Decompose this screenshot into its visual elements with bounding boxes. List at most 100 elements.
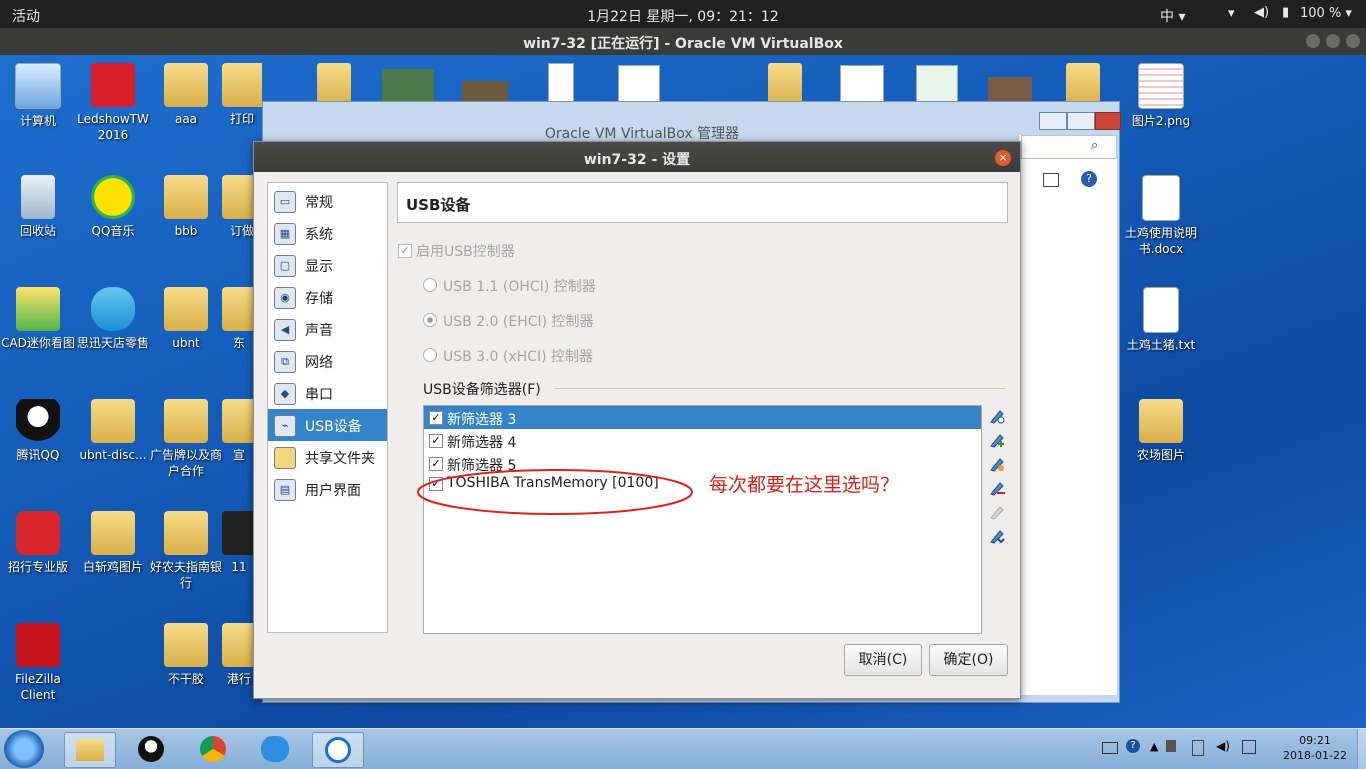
desktop-icon-cad[interactable]: CAD迷你看图 [1, 287, 75, 351]
help-icon[interactable]: ? [1126, 739, 1140, 753]
word-document-icon[interactable] [840, 65, 884, 103]
manager-minimize-icon[interactable] [1039, 112, 1067, 130]
move-filter-up-icon[interactable] [988, 503, 1006, 521]
add-filter-from-device-icon[interactable] [988, 431, 1006, 449]
close-icon[interactable] [1346, 34, 1360, 48]
taskbar-clock[interactable]: 09:21 2018-01-22 [1275, 733, 1355, 763]
desktop-icon-ledshow[interactable]: LedshowTW 2016 [76, 63, 150, 143]
word-document-icon[interactable] [618, 65, 660, 103]
desktop-icon-sixun[interactable]: 思迅天店零售 [76, 287, 150, 351]
filter-row[interactable]: ✓ 新筛选器 4 [424, 429, 981, 452]
filter-checkbox[interactable]: ✓ [429, 434, 443, 448]
close-icon[interactable]: × [995, 150, 1011, 166]
filter-row[interactable]: ✓ 新筛选器 3 [424, 406, 981, 429]
excel-document-icon[interactable] [916, 65, 958, 103]
desktop-icon-cmb[interactable]: 招行专业版 [1, 511, 75, 575]
photo-thumbnail-icon[interactable] [382, 69, 434, 103]
desktop-icon-11[interactable]: 11 [222, 511, 256, 575]
cancel-button[interactable]: 取消(C) [844, 644, 922, 676]
nav-item-system[interactable]: ▦ 系统 [268, 217, 387, 249]
enable-usb-checkbox[interactable]: ✓ [398, 244, 412, 258]
tray-app-icon[interactable] [1166, 740, 1176, 752]
manager-close-icon[interactable] [1095, 112, 1121, 130]
desktop-icon-picture2[interactable]: 图片2.png [1124, 63, 1198, 129]
desktop-icon-ubnt[interactable]: ubnt [149, 287, 223, 351]
taskbar-explorer[interactable] [64, 732, 116, 768]
battery-icon[interactable]: ▮ [1282, 5, 1289, 20]
usb30-radio[interactable] [423, 348, 437, 362]
volume-icon[interactable]: ◀) [1216, 739, 1230, 753]
folder-icon[interactable] [768, 63, 802, 105]
maximize-icon[interactable] [1326, 34, 1340, 48]
nav-item-network[interactable]: ⧉ 网络 [268, 345, 387, 377]
image-file-icon[interactable] [548, 63, 574, 103]
move-filter-down-icon[interactable] [988, 527, 1006, 545]
cmb-bank-icon [16, 511, 60, 555]
tray-expand-icon[interactable]: ▲ [1150, 740, 1158, 753]
desktop-icon-farmer-guide[interactable]: 好农夫指南银行 [149, 511, 223, 591]
dialog-titlebar[interactable]: win7-32 - 设置 × [254, 142, 1020, 172]
desktop-icon-qq[interactable]: 腾讯QQ [1, 399, 75, 463]
desktop-icon-qqmusic[interactable]: QQ音乐 [76, 175, 150, 239]
taskbar-chrome[interactable] [188, 732, 238, 766]
network-icon[interactable] [1242, 740, 1256, 754]
taskbar-app[interactable] [312, 732, 364, 768]
vm-window-titlebar[interactable]: win7-32 [正在运行] - Oracle VM VirtualBox [0, 28, 1366, 55]
show-desktop-button[interactable] [1357, 729, 1366, 769]
desktop-icon-billboard[interactable]: 广告牌以及商户合作 [149, 399, 223, 479]
battery-level[interactable]: 100 % ▾ [1300, 6, 1352, 21]
search-icon[interactable]: ⌕ [1091, 138, 1098, 153]
taskbar-baidu-netdisk[interactable] [250, 732, 300, 766]
help-icon[interactable]: ? [1081, 171, 1097, 187]
minimize-icon[interactable] [1306, 34, 1320, 48]
filter-checkbox[interactable]: ✓ [429, 411, 443, 425]
manager-search-input[interactable] [1021, 135, 1117, 159]
add-empty-filter-icon[interactable] [988, 407, 1006, 425]
nav-item-shared-folders[interactable]: 共享文件夹 [268, 441, 387, 473]
cloud-icon [91, 287, 135, 331]
desktop-icon-bbb[interactable]: bbb [149, 175, 223, 239]
usb-device-icon[interactable] [1192, 740, 1204, 756]
nav-item-display[interactable]: ▢ 显示 [268, 249, 387, 281]
keyboard-icon[interactable] [1102, 742, 1118, 754]
photo-thumbnail-icon[interactable] [462, 81, 508, 103]
nav-item-storage[interactable]: ◉ 存储 [268, 281, 387, 313]
start-button[interactable] [4, 730, 44, 768]
desktop-icon-manual-docx[interactable]: 土鸡使用说明书.docx [1124, 175, 1198, 257]
desktop-icon-hk[interactable]: 港行 [222, 623, 256, 687]
usb20-radio[interactable] [423, 313, 437, 327]
photo-thumbnail-icon[interactable] [988, 77, 1032, 103]
desktop-icon-east[interactable]: 东 [222, 287, 256, 351]
folder-icon[interactable] [1066, 63, 1100, 105]
usb11-radio[interactable] [423, 278, 437, 292]
usb-filter-list[interactable]: ✓ 新筛选器 3 ✓ 新筛选器 4 ✓ 新筛选器 5 ✓ TOSHIBA TransMe… [423, 405, 982, 634]
folder-icon[interactable] [317, 63, 351, 105]
manager-content-area[interactable]: ⌕ ? [1018, 135, 1117, 695]
taskbar-qq[interactable] [126, 732, 176, 766]
desktop-icon-txt[interactable]: 土鸡土猪.txt [1124, 287, 1198, 353]
manager-maximize-icon[interactable] [1067, 112, 1095, 130]
desktop-icon-chicken-pics[interactable]: 白斩鸡图片 [76, 511, 150, 575]
desktop-icon-filezilla[interactable]: FileZilla Client [1, 623, 75, 703]
desktop-icon-computer[interactable]: 计算机 [1, 63, 75, 129]
ok-button[interactable]: 确定(O) [929, 644, 1008, 676]
desktop-icon-sticker[interactable]: 不干胶 [149, 623, 223, 687]
nav-item-general[interactable]: ▭ 常规 [268, 185, 387, 217]
input-method-indicator[interactable]: 中 ▾ [1160, 6, 1185, 26]
desktop-icon-recycle-bin[interactable]: 回收站 [1, 175, 75, 239]
remove-filter-icon[interactable] [988, 479, 1006, 497]
desktop-icon-farm-pics[interactable]: 农场图片 [1124, 399, 1198, 463]
disk-icon: ◉ [274, 287, 296, 309]
volume-icon[interactable]: ◀) [1254, 5, 1269, 20]
edit-filter-icon[interactable] [988, 455, 1006, 473]
details-view-icon[interactable] [1043, 173, 1059, 187]
desktop-icon-ubnt-disc[interactable]: ubnt-disc... [76, 399, 150, 463]
desktop-icon-print[interactable]: 打印 [222, 63, 262, 127]
desktop-icon-xuan[interactable]: 宣 [222, 399, 256, 463]
desktop-icon-aaa[interactable]: aaa [149, 63, 223, 127]
nav-item-usb[interactable]: ⌁ USB设备 [268, 409, 387, 441]
wifi-icon[interactable]: ▾ [1228, 6, 1235, 21]
nav-item-user-interface[interactable]: ▤ 用户界面 [268, 473, 387, 505]
nav-item-serial[interactable]: ◆ 串口 [268, 377, 387, 409]
nav-item-audio[interactable]: ◀ 声音 [268, 313, 387, 345]
